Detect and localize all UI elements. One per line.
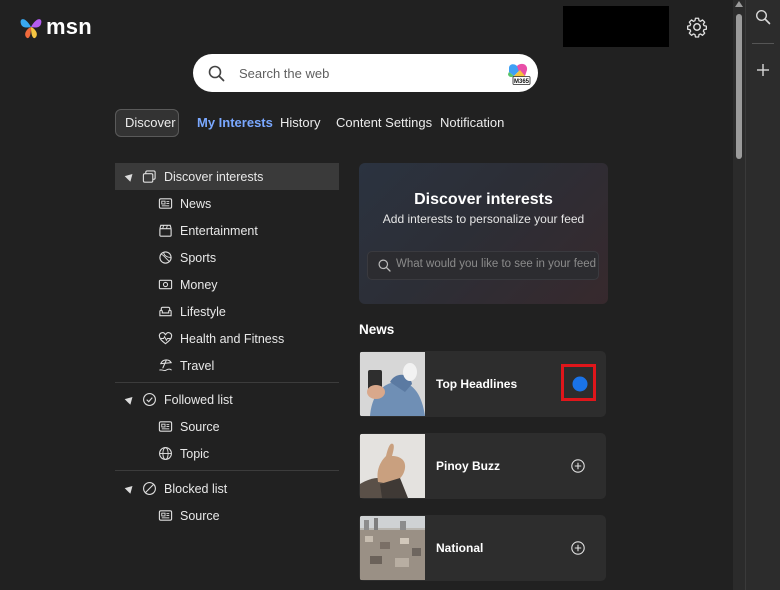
add-interest-icon[interactable]: [571, 541, 585, 555]
msn-logo[interactable]: msn: [19, 14, 92, 40]
sports-icon: [159, 251, 172, 264]
check-circle-icon: [143, 393, 156, 406]
copilot-badge-text: M365: [514, 79, 530, 85]
tab-content-settings[interactable]: Content Settings: [336, 109, 432, 137]
sidebar-item-sports[interactable]: Sports: [115, 244, 339, 271]
sidebar-item-followed-source[interactable]: Source: [115, 413, 339, 440]
sidebar-group-discover-interests[interactable]: Discover interests: [115, 163, 339, 190]
interest-card-pinoy-buzz[interactable]: Pinoy Buzz: [359, 433, 606, 499]
sidebar-group-followed-list[interactable]: Followed list: [115, 386, 339, 413]
top-headlines-thumbnail: [360, 352, 425, 416]
browser-sidebar-rail: [745, 0, 780, 590]
butterfly-logo-icon: [20, 19, 42, 39]
sidebar-item-news[interactable]: News: [115, 190, 339, 217]
sidebar-group-label: Followed list: [164, 392, 233, 407]
globe-icon: [159, 447, 172, 460]
web-search-bar: M365: [193, 54, 538, 92]
national-thumbnail: [360, 516, 425, 580]
sofa-icon: [159, 306, 172, 317]
tab-notification[interactable]: Notification: [440, 109, 504, 137]
highlight-annotation-box: [561, 364, 596, 401]
clapperboard-icon: [159, 224, 172, 237]
sidebar-item-travel[interactable]: Travel: [115, 352, 339, 379]
sidebar-item-blocked-source[interactable]: Source: [115, 502, 339, 529]
tab-history[interactable]: History: [280, 109, 320, 137]
sidebar-divider: [115, 382, 339, 383]
interest-card-national[interactable]: National: [359, 515, 606, 581]
newspaper-icon: [158, 510, 173, 521]
sidebar-group-label: Blocked list: [164, 481, 228, 496]
sidebar-item-label: Money: [180, 277, 218, 292]
newspaper-icon: [158, 198, 173, 209]
scrollbar-thumb[interactable]: [736, 14, 742, 159]
sidebar-item-label: Topic: [180, 446, 210, 461]
hero-title: Discover interests: [414, 191, 553, 208]
pinoy-buzz-thumbnail: [360, 434, 425, 498]
interest-search-box: [367, 251, 599, 280]
sidebar-item-label: Source: [180, 419, 220, 434]
sidebar-item-label: Lifestyle: [180, 304, 226, 319]
sidebar-divider: [115, 470, 339, 471]
hero-subtitle: Add interests to personalize your feed: [382, 212, 585, 226]
brand-name: msn: [46, 14, 92, 39]
card-title: National: [436, 541, 484, 555]
search-icon: [208, 65, 225, 82]
sidebar-item-followed-topic[interactable]: Topic: [115, 440, 339, 467]
tab-discover[interactable]: Discover: [115, 109, 179, 137]
discover-cards-icon: [142, 170, 156, 183]
search-icon[interactable]: [755, 9, 771, 25]
sidebar-group-label: Discover interests: [164, 169, 264, 184]
search-icon: [378, 259, 391, 272]
sidebar-group-blocked-list[interactable]: Blocked list: [115, 475, 339, 502]
sidebar-item-entertainment[interactable]: Entertainment: [115, 217, 339, 244]
news-section-title: News: [359, 322, 395, 337]
add-icon[interactable]: [755, 62, 771, 78]
sidebar-item-label: Health and Fitness: [180, 331, 285, 346]
search-input[interactable]: [239, 63, 479, 83]
card-title: Top Headlines: [436, 377, 518, 391]
add-interest-icon[interactable]: [571, 459, 585, 473]
sidebar-item-health-and-fitness[interactable]: Health and Fitness: [115, 325, 339, 352]
interest-search-input[interactable]: [396, 258, 596, 270]
gear-icon[interactable]: [686, 16, 708, 38]
rail-divider: [752, 43, 774, 44]
scroll-up-arrow-icon[interactable]: [735, 1, 743, 7]
tab-my-interests[interactable]: My Interests: [197, 109, 273, 137]
card-title: Pinoy Buzz: [436, 459, 501, 473]
sidebar-item-label: Entertainment: [180, 223, 258, 238]
newspaper-icon: [158, 421, 173, 432]
travel-icon: [159, 359, 172, 372]
main-panel: msn M365 Discover My Interests History C…: [0, 0, 733, 590]
discover-interests-hero: Discover interests Add interests to pers…: [359, 163, 608, 304]
copilot-m365-icon[interactable]: M365: [505, 62, 531, 86]
redacted-profile-area: [563, 6, 669, 47]
blocked-icon: [143, 482, 156, 495]
collapse-triangle-icon[interactable]: [124, 394, 136, 405]
money-icon: [158, 279, 173, 290]
sidebar-item-label: Source: [180, 508, 220, 523]
sidebar-item-label: News: [180, 196, 212, 211]
collapse-triangle-icon[interactable]: [124, 171, 136, 182]
sidebar-item-label: Sports: [180, 250, 217, 265]
heart-pulse-icon: [158, 332, 173, 345]
collapse-triangle-icon[interactable]: [124, 483, 136, 494]
sidebar-item-money[interactable]: Money: [115, 271, 339, 298]
sidebar-item-label: Travel: [180, 358, 215, 373]
sidebar-item-lifestyle[interactable]: Lifestyle: [115, 298, 339, 325]
